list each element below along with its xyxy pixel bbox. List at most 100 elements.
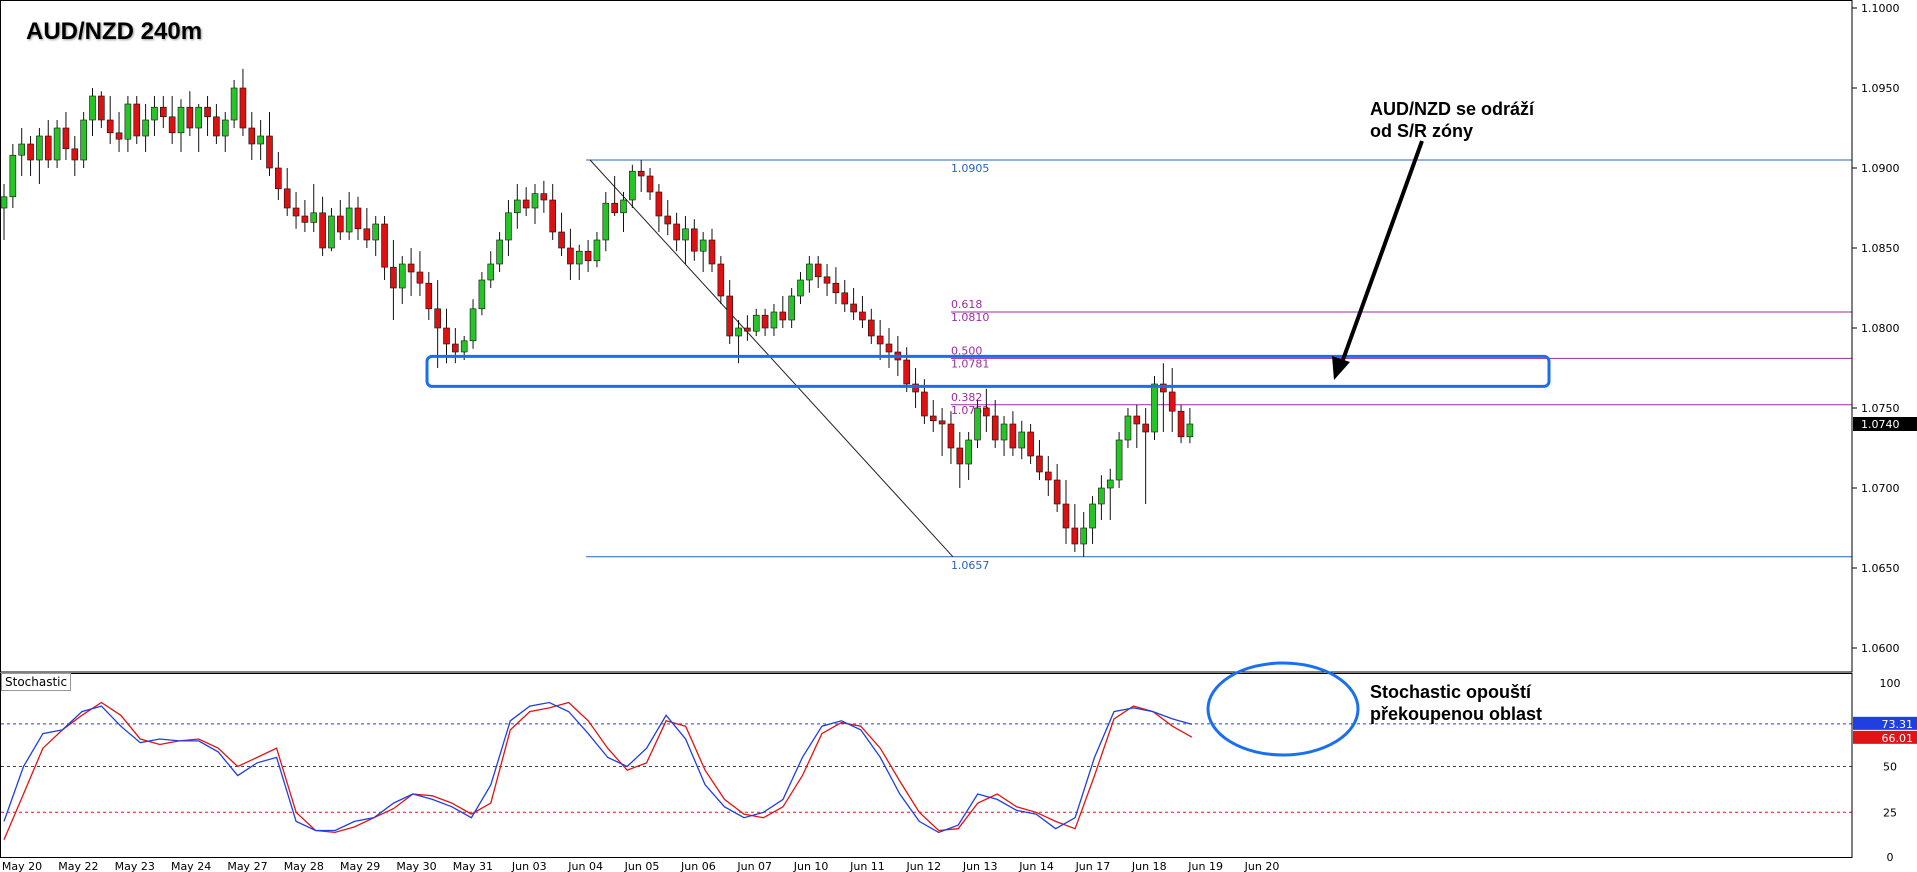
candle-bullish (478, 279, 486, 310)
candle-bullish (575, 250, 583, 265)
time-axis-label: May 23 (115, 860, 155, 872)
candle-bearish (708, 239, 716, 265)
time-axis-label: May 29 (340, 860, 380, 872)
candle-bullish (629, 170, 636, 201)
candle-bearish (381, 223, 388, 268)
candle-bullish (496, 239, 503, 265)
candle-bullish (310, 212, 318, 223)
stochastic-annotation: Stochastic opouští překoupenou oblast (1370, 681, 1542, 725)
time-axis-label: May 20 (2, 860, 42, 872)
stochastic-axis-label: 50 (1883, 761, 1897, 774)
price-axis-label: 1.0700 (1861, 482, 1900, 495)
candle-bullish (682, 228, 689, 241)
candle-bearish (938, 420, 946, 425)
time-axis-label: Jun 12 (905, 860, 941, 872)
time-axis-label: Jun 06 (680, 860, 716, 872)
time-axis-label: Jun 03 (511, 860, 547, 872)
candle-bullish (505, 212, 512, 241)
candle-bearish (336, 215, 344, 233)
candle-bullish (620, 199, 627, 214)
candle-bullish (513, 199, 521, 214)
stochastic-annotation-line2: překoupenou oblast (1370, 704, 1543, 724)
time-axis-label: Jun 04 (567, 860, 603, 872)
candle-bearish (266, 135, 273, 169)
candle-bearish (239, 87, 247, 129)
candle-bearish (1053, 479, 1061, 505)
candle-bullish (965, 439, 972, 465)
time-axis-label: Jun 18 (1131, 860, 1167, 872)
fib-high-label: 1.0905 (951, 162, 990, 175)
candle-bearish (637, 170, 645, 177)
candle-bearish (168, 116, 176, 134)
candle-bullish (142, 119, 149, 137)
stochastic-d-value: 66.01 (1882, 732, 1914, 745)
candle-bearish (443, 327, 450, 345)
candle-bullish (80, 119, 87, 161)
price-axis-label: 1.0850 (1861, 242, 1900, 255)
candle-bullish (1089, 503, 1096, 529)
candle-bearish (71, 148, 79, 161)
chart-title: AUD/NZD 240m (26, 18, 203, 45)
price-axis-label: 1.0650 (1861, 562, 1900, 575)
time-axis-label: Jun 20 (1244, 860, 1280, 872)
time-axis: May 20 May 22 May 23 May 24 May 27 May 28 May … (2, 860, 1279, 872)
candle-bearish (549, 199, 557, 233)
candle-bullish (1115, 439, 1123, 481)
candle-bullish (195, 106, 202, 129)
candle-bullish (177, 106, 185, 134)
time-axis-label: May 22 (58, 860, 98, 872)
candle-bullish (531, 193, 539, 209)
candle-bearish (1027, 431, 1034, 457)
candle-bullish (487, 263, 495, 281)
candle-bearish (292, 207, 300, 217)
candle-bearish (859, 311, 866, 321)
price-axis-label: 1.0900 (1861, 162, 1900, 175)
candle-bearish (584, 250, 592, 262)
candle-bearish (115, 132, 123, 140)
candle-bearish (567, 247, 574, 265)
stochastic-axis-label: 25 (1883, 806, 1897, 819)
candle-bearish (761, 314, 769, 329)
stochastic-axis-label: 0 (1887, 851, 1894, 864)
candle-bearish (1009, 423, 1017, 449)
candle-bearish (213, 116, 220, 137)
candle-bearish (1177, 410, 1185, 438)
candle-bearish (885, 343, 893, 353)
candle-bearish (717, 263, 725, 297)
candle-bullish (9, 154, 17, 198)
candle-bearish (204, 106, 211, 118)
candle-bearish (540, 193, 548, 201)
candle-bearish (841, 292, 849, 305)
candle-bullish (124, 103, 132, 140)
candle-bullish (221, 119, 229, 137)
candle-bullish (230, 87, 238, 121)
candle-bearish (283, 188, 291, 209)
candle-bullish (752, 314, 760, 332)
candle-bearish (248, 127, 256, 145)
candle-bearish (690, 228, 698, 252)
time-axis-label: May 24 (171, 860, 211, 872)
candle-bearish (522, 199, 530, 209)
price-axis-label: 1.0950 (1861, 82, 1900, 95)
candle-bullish (974, 407, 981, 441)
candle-bearish (301, 215, 309, 223)
candle-bullish (345, 207, 353, 233)
candle-bullish (1080, 527, 1087, 545)
candle-bearish (876, 335, 884, 345)
candle-bearish (744, 327, 751, 332)
candle-bullish (469, 308, 477, 342)
sr-annotation-line2: od S/R zóny (1370, 121, 1473, 141)
candle-bearish (929, 415, 937, 422)
candle-bullish (398, 263, 406, 289)
candle-bullish (770, 311, 778, 329)
candle-bearish (779, 311, 787, 321)
candle-bearish (407, 263, 415, 273)
candle-bearish (611, 202, 618, 214)
candle-bearish (664, 215, 672, 225)
candle-bearish (991, 415, 999, 441)
candle-bearish (1045, 471, 1052, 481)
candle-bullish (257, 135, 264, 145)
price-axis-label: 1.0750 (1861, 402, 1900, 415)
candle-bearish (1133, 415, 1141, 425)
time-axis-label: May 28 (284, 860, 324, 872)
